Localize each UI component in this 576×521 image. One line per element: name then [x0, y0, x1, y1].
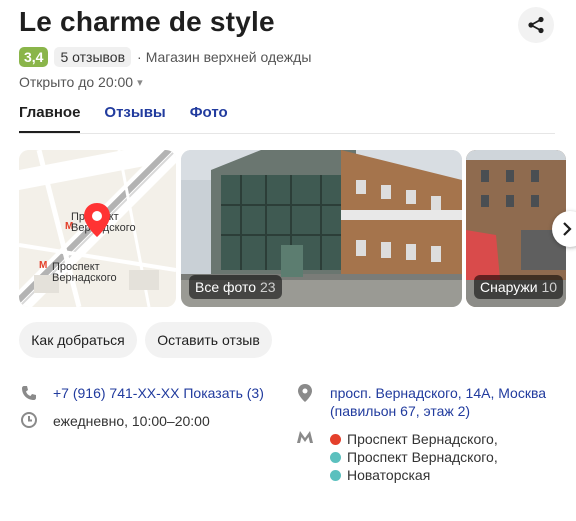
rating-badge[interactable]: 3,4 [19, 47, 49, 67]
leave-review-button[interactable]: Оставить отзыв [145, 322, 272, 358]
show-phone-link[interactable]: Показать (3) [183, 385, 264, 401]
metro-station-name: Новаторская [347, 467, 431, 483]
phone-number[interactable]: +7 (916) 741-XX-XX [53, 385, 179, 401]
separator: · [137, 49, 142, 65]
chevron-down-icon: ▾ [137, 76, 143, 89]
share-icon [528, 16, 544, 34]
all-photos-badge[interactable]: Все фото 23 [189, 275, 282, 299]
clock-icon [21, 412, 37, 428]
route-button[interactable]: Как добраться [19, 322, 137, 358]
map-preview[interactable]: M M Проспект Вернадского Проспект Вернад… [19, 150, 176, 307]
metro-list: Проспект Вернадского, Проспект Вернадско… [330, 430, 498, 484]
open-hours[interactable]: Открыто до 20:00 ▾ [19, 74, 143, 90]
metro-icon [297, 431, 313, 443]
address-line-2: (павильон 67, этаж 2) [330, 403, 471, 419]
photo-all[interactable]: Все фото 23 [181, 150, 462, 307]
category: Магазин верхней одежды [145, 49, 312, 65]
share-button[interactable] [518, 7, 554, 43]
chevron-right-icon [563, 222, 572, 236]
all-photos-label: Все фото [195, 279, 257, 295]
tab-photos[interactable]: Фото [190, 104, 228, 133]
outside-badge[interactable]: Снаружи 10 [474, 275, 564, 299]
map-label-2: Проспект Вернадского [52, 261, 117, 284]
photo-outside[interactable]: Снаружи 10 [466, 150, 566, 307]
metro-line-dot [330, 452, 341, 463]
open-hours-label: Открыто до 20:00 [19, 74, 134, 90]
schedule: ежедневно, 10:00–20:00 [53, 413, 210, 429]
outside-count: 10 [541, 279, 558, 295]
tabs-divider [19, 133, 555, 134]
address-line-1: просп. Вернадского, 14А, Москва [330, 385, 547, 401]
reviews-count[interactable]: 5 отзывов [54, 47, 132, 67]
place-title: Le charme de style [19, 6, 275, 37]
location-pin-icon [298, 384, 312, 402]
svg-text:M: M [39, 260, 47, 271]
all-photos-count: 23 [259, 279, 276, 295]
metro-station-1[interactable]: Проспект Вернадского, [330, 430, 498, 448]
metro-station-3[interactable]: Новаторская [330, 466, 498, 484]
map-pin-icon [84, 203, 110, 237]
phone-icon [22, 386, 36, 400]
metro-line-dot [330, 470, 341, 481]
phone-row: +7 (916) 741-XX-XX Показать (3) [53, 384, 264, 402]
meta-row: 3,4 5 отзывов · Магазин верхней одежды [19, 46, 311, 68]
tab-reviews[interactable]: Отзывы [104, 104, 165, 133]
metro-station-2[interactable]: Проспект Вернадского, [330, 448, 498, 466]
tab-main[interactable]: Главное [19, 104, 81, 133]
outside-label: Снаружи [480, 279, 538, 295]
metro-line-dot [330, 434, 341, 445]
address[interactable]: просп. Вернадского, 14А, Москва (павильо… [330, 384, 546, 420]
tabs: Главное Отзывы Фото [19, 104, 228, 133]
metro-station-name: Проспект Вернадского, [347, 449, 498, 465]
metro-station-name: Проспект Вернадского, [347, 431, 498, 447]
